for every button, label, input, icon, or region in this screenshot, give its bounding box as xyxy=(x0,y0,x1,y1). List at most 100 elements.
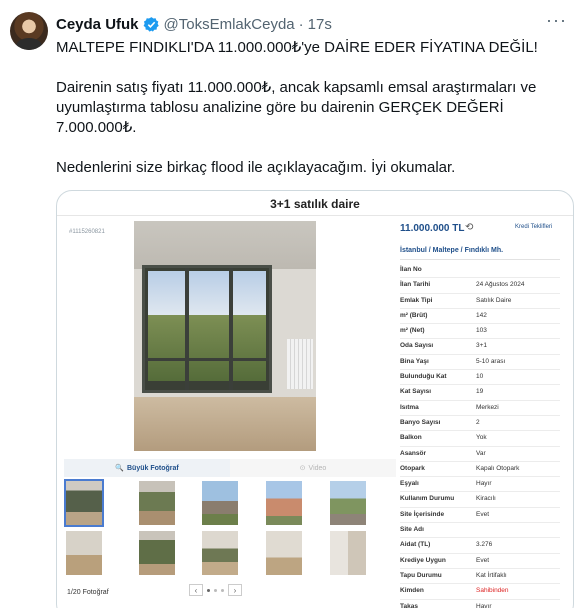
detail-label: İlan Tarihi xyxy=(400,281,431,289)
detail-label: Bina Yaşı xyxy=(400,357,429,365)
detail-label: Oda Sayısı xyxy=(400,342,434,350)
detail-label: Balkon xyxy=(400,434,422,442)
photo-controls: 🔍 Büyük Fotoğraf ⊙ Video xyxy=(64,459,396,477)
detail-label: Kullanım Durumu xyxy=(400,495,455,503)
detail-value: Hayır xyxy=(476,602,492,608)
tweet-paragraph: Dairenin satış fiyatı 11.000.000₺, ancak… xyxy=(56,79,537,136)
detail-label: Bulunduğu Kat xyxy=(400,373,447,381)
detail-value: Kapalı Otopark xyxy=(476,464,520,472)
detail-value: Hayır xyxy=(476,480,492,488)
detail-row: Kullanım Durumu Kiracılı xyxy=(400,492,560,508)
detail-row: İlan No xyxy=(400,263,560,279)
divider xyxy=(400,259,560,260)
more-options-icon[interactable]: ··· xyxy=(546,10,567,31)
detail-value: 3.276 xyxy=(476,541,493,549)
detail-row: Aidat (TL) 3.276 xyxy=(400,538,560,554)
thumbnail[interactable] xyxy=(139,531,175,575)
detail-label: Site İçerisinde xyxy=(400,510,445,518)
tweet-body: MALTEPE FINDIKLI'DA 11.000.000₺'ye DAİRE… xyxy=(56,38,566,198)
video-label: Video xyxy=(308,464,327,472)
thumbnail[interactable] xyxy=(202,481,238,525)
tweet-paragraph: MALTEPE FINDIKLI'DA 11.000.000₺'ye DAİRE… xyxy=(56,39,538,56)
detail-label: Kimden xyxy=(400,587,424,595)
detail-value: Yok xyxy=(476,434,487,442)
detail-value: 3+1 xyxy=(476,342,488,350)
price-history-icon[interactable]: ⟲ xyxy=(465,222,473,233)
large-photo-button[interactable]: 🔍 Büyük Fotoğraf xyxy=(64,459,230,477)
thumbnail[interactable] xyxy=(266,531,302,575)
detail-value: 103 xyxy=(476,327,487,335)
detail-label: Banyo Sayısı xyxy=(400,418,441,426)
video-button[interactable]: ⊙ Video xyxy=(230,459,396,477)
divider xyxy=(57,215,573,216)
author-handle[interactable]: @ToksEmlakCeyda xyxy=(164,16,295,33)
detail-row: Bina Yaşı 5-10 arası xyxy=(400,355,560,371)
detail-label: Takas xyxy=(400,602,418,608)
detail-row: Krediye Uygun Evet xyxy=(400,554,560,569)
prev-photo-button[interactable]: ‹ xyxy=(189,584,203,596)
detail-label: Krediye Uygun xyxy=(400,556,446,564)
detail-row: Bulunduğu Kat 10 xyxy=(400,370,560,386)
thumbnail[interactable] xyxy=(266,481,302,525)
thumbnail[interactable] xyxy=(330,481,366,525)
tweet-header: Ceyda Ufuk @ToksEmlakCeyda · 17s xyxy=(56,14,332,34)
detail-row: Isıtma Merkezi xyxy=(400,401,560,416)
detail-value: Satılık Daire xyxy=(476,296,512,304)
detail-row: Kat Sayısı 19 xyxy=(400,385,560,401)
detail-row: Kimden Sahibinden xyxy=(400,584,560,600)
detail-label: Kat Sayısı xyxy=(400,388,432,396)
author-name[interactable]: Ceyda Ufuk xyxy=(56,16,139,33)
large-photo-label: Büyük Fotoğraf xyxy=(126,464,179,472)
next-photo-button[interactable]: › xyxy=(228,584,242,596)
avatar[interactable] xyxy=(10,12,48,50)
photo-count: 1/20 Fotoğraf xyxy=(67,589,109,596)
magnifier-icon: 🔍 xyxy=(115,465,124,472)
detail-value: 19 xyxy=(476,388,484,396)
pager-dot[interactable] xyxy=(214,588,217,592)
detail-value: 142 xyxy=(476,311,487,319)
thumbnail[interactable] xyxy=(64,479,104,527)
detail-row: Eşyalı Hayır xyxy=(400,477,560,493)
listing-location[interactable]: İstanbul / Maltepe / Fındıklı Mh. xyxy=(400,247,503,254)
detail-value: Var xyxy=(476,449,486,457)
listing-details-table: İlan No İlan Tarihi 24 Ağustos 2024 Emlak T… xyxy=(400,263,560,608)
pager-dot[interactable] xyxy=(207,588,210,592)
detail-value: 24 Ağustos 2024 xyxy=(476,281,525,289)
detail-row: m² (Net) 103 xyxy=(400,324,560,340)
detail-value: Evet xyxy=(476,510,490,518)
detail-label: Emlak Tipi xyxy=(400,296,433,304)
detail-value: 2 xyxy=(476,418,480,426)
detail-label: İlan No xyxy=(400,266,422,273)
listing-title: 3+1 satılık daire xyxy=(270,197,360,211)
thumbnail[interactable] xyxy=(66,531,102,575)
detail-row: Asansör Var xyxy=(400,447,560,462)
detail-row: Takas Hayır xyxy=(400,600,560,608)
detail-label: Isıtma xyxy=(400,403,419,411)
detail-label: Tapu Durumu xyxy=(400,571,442,579)
credit-offers-link[interactable]: Kredi Teklifleri xyxy=(515,224,552,230)
listing-price: 11.000.000 TL xyxy=(400,223,465,234)
thumbnail[interactable] xyxy=(202,531,238,575)
tweet-time[interactable]: 17s xyxy=(308,16,332,33)
detail-row: m² (Brüt) 142 xyxy=(400,309,560,325)
detail-row: Banyo Sayısı 2 xyxy=(400,416,560,432)
pager-dot[interactable] xyxy=(221,588,224,592)
detail-value: Evet xyxy=(476,556,490,564)
detail-value: Kat İrtifaklı xyxy=(476,571,507,579)
tweet-paragraph: Nedenlerini size birkaç flood ile açıkla… xyxy=(56,159,456,176)
detail-label: Eşyalı xyxy=(400,480,419,488)
main-photo[interactable] xyxy=(134,221,316,451)
listing-id: #1115260821 xyxy=(69,229,105,235)
detail-label: m² (Net) xyxy=(400,327,425,335)
detail-row: İlan Tarihi 24 Ağustos 2024 xyxy=(400,278,560,294)
thumbnail[interactable] xyxy=(139,481,175,525)
listing-screenshot[interactable]: 3+1 satılık daire #1115260821 🔍 Büyük Fo… xyxy=(56,190,574,608)
detail-row: Tapu Durumu Kat İrtifaklı xyxy=(400,569,560,585)
detail-label: Asansör xyxy=(400,449,427,457)
detail-value: Kiracılı xyxy=(476,495,496,503)
separator-dot: · xyxy=(298,15,304,33)
detail-label: Otopark xyxy=(400,464,425,472)
detail-label: m² (Brüt) xyxy=(400,311,428,319)
detail-label: Aidat (TL) xyxy=(400,541,431,549)
thumbnail[interactable] xyxy=(330,531,366,575)
